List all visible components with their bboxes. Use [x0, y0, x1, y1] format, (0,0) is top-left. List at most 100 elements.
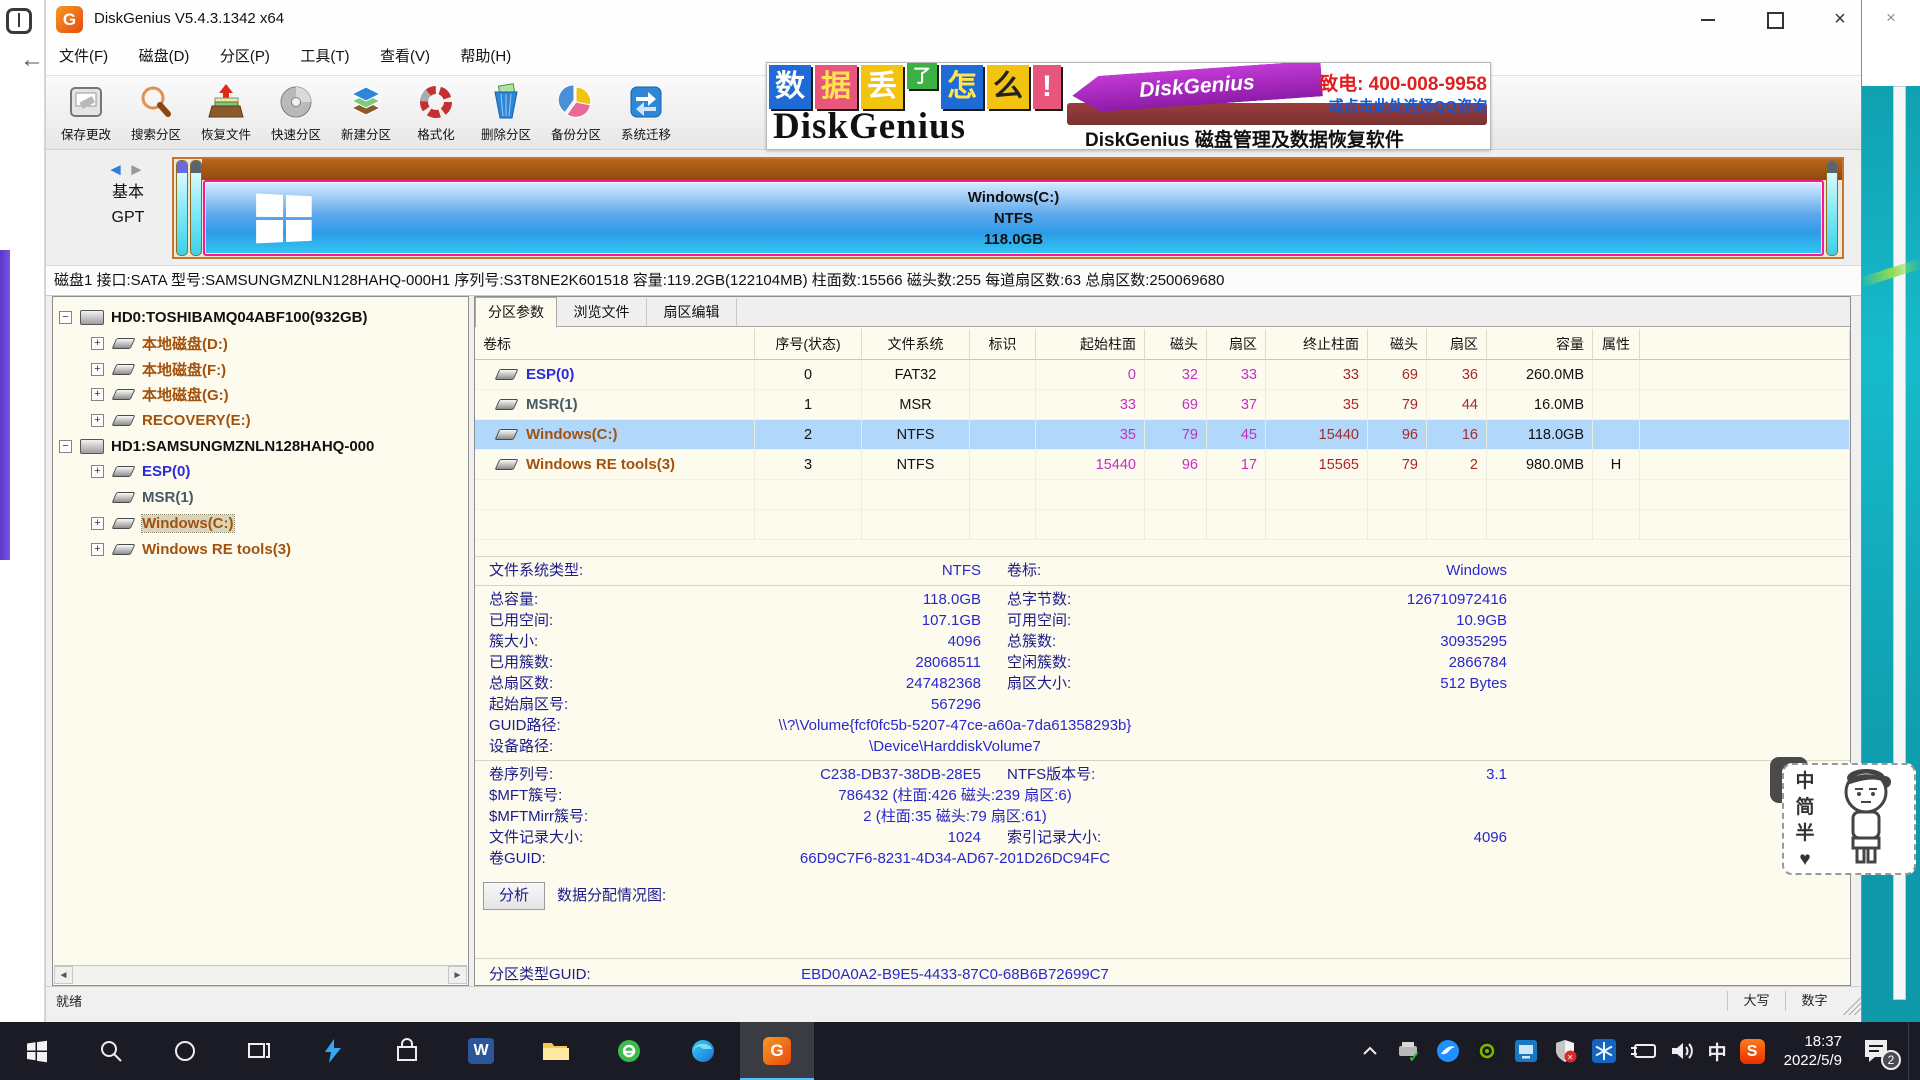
taskbar-app-store[interactable]	[370, 1022, 444, 1080]
detail-row: 设备路径:\Device\HarddiskVolume7	[475, 736, 1850, 757]
snowflake-tray-icon[interactable]	[1591, 1038, 1617, 1064]
backup-partition-button[interactable]: 备份分区	[542, 79, 610, 147]
menu-partition[interactable]: 分区(P)	[207, 38, 283, 75]
partition-icon	[495, 459, 519, 470]
quick-partition-button[interactable]: 快速分区	[262, 79, 330, 147]
taskbar: W G ✓	[0, 1022, 1920, 1080]
selected-partition-size: 118.0GB	[984, 229, 1043, 250]
partition-esp[interactable]	[176, 160, 188, 256]
system-migrate-button[interactable]: 系统迁移	[612, 79, 680, 147]
menu-disk[interactable]: 磁盘(D)	[126, 38, 203, 75]
menu-tools[interactable]: 工具(T)	[287, 38, 362, 75]
tab-partition-parameters[interactable]: 分区参数	[475, 297, 557, 327]
table-row-esp[interactable]: ESP(0)	[475, 360, 755, 390]
volume-tray-icon[interactable]	[1669, 1038, 1695, 1064]
delete-partition-button[interactable]: 删除分区	[472, 79, 540, 147]
tree-item-esp[interactable]: +ESP(0)	[53, 459, 468, 485]
scroll-right-icon[interactable]: ►	[448, 966, 467, 984]
new-partition-button[interactable]: 新建分区	[332, 79, 400, 147]
svg-text:✓: ✓	[1408, 1049, 1421, 1064]
tab-browse-files[interactable]: 浏览文件	[557, 298, 647, 326]
maximize-button[interactable]	[1758, 5, 1790, 33]
ad-banner[interactable]: 数 据 丢 了 怎 么 ! DiskGenius DiskGenius 致电: …	[766, 62, 1491, 150]
ime-language-indicator[interactable]: 中	[1708, 1038, 1727, 1065]
partition-windows-c[interactable]: Windows(C:) NTFS 118.0GB	[203, 180, 1824, 256]
close-button[interactable]: ×	[1824, 5, 1856, 33]
recover-files-icon	[206, 82, 246, 122]
tree-item-hd1[interactable]: −HD1:SAMSUNGMZNLN128HAHQ-000	[53, 433, 468, 459]
notification-count-badge: 2	[1881, 1050, 1901, 1070]
sogou-input-icon[interactable]: S	[1740, 1039, 1765, 1064]
show-desktop-button[interactable]	[1908, 1022, 1914, 1080]
partition-icon	[112, 544, 136, 555]
taskbar-clock[interactable]: 18:37 2022/5/9	[1778, 1032, 1848, 1070]
resize-grip[interactable]	[1843, 987, 1861, 1015]
security-shield-tray-icon[interactable]: ×	[1552, 1038, 1578, 1064]
format-button[interactable]: 格式化	[402, 79, 470, 147]
expand-icon[interactable]: +	[91, 337, 104, 350]
table-row-windows-re[interactable]: Windows RE tools(3)	[475, 450, 755, 480]
scroll-left-icon[interactable]: ◄	[54, 966, 73, 984]
save-changes-button[interactable]: 保存更改	[52, 79, 120, 147]
tree-item-hd0[interactable]: −HD0:TOSHIBAMQ04ABF100(932GB)	[53, 305, 468, 331]
printer-tray-icon[interactable]: ✓	[1396, 1038, 1422, 1064]
banner-tile: 怎	[941, 65, 983, 109]
tray-expand-chevron-icon[interactable]	[1357, 1038, 1383, 1064]
tree-item-windows-c[interactable]: +Windows(C:)	[53, 511, 468, 537]
expand-icon[interactable]: +	[91, 388, 104, 401]
disk-nav-arrows[interactable]: ◄►	[90, 160, 166, 180]
search-partition-button[interactable]: 搜索分区	[122, 79, 190, 147]
expand-icon[interactable]: +	[91, 543, 104, 556]
next-disk-icon[interactable]: ►	[128, 160, 149, 179]
tree-item-local-d[interactable]: +本地磁盘(D:)	[53, 331, 468, 357]
banner-phone: 致电: 400-008-9958	[1275, 69, 1487, 96]
ime-halfwidth-mode[interactable]: 半	[1784, 821, 1826, 847]
taskbar-app-thunder[interactable]	[296, 1022, 370, 1080]
partition-windows-re[interactable]	[1826, 160, 1838, 256]
tree-item-local-g[interactable]: +本地磁盘(G:)	[53, 382, 468, 408]
collapse-icon[interactable]: −	[59, 311, 72, 324]
taskbar-search-button[interactable]	[74, 1022, 148, 1080]
taskbar-app-diskgenius[interactable]: G	[740, 1022, 814, 1080]
start-button[interactable]	[0, 1022, 74, 1080]
table-row-msr[interactable]: MSR(1)	[475, 390, 755, 420]
tree-item-recovery-e[interactable]: +RECOVERY(E:)	[53, 408, 468, 434]
tree-item-windows-re[interactable]: +Windows RE tools(3)	[53, 536, 468, 562]
expand-icon[interactable]: +	[91, 465, 104, 478]
intel-graphics-tray-icon[interactable]	[1513, 1038, 1539, 1064]
prev-disk-icon[interactable]: ◄	[107, 160, 128, 179]
expand-icon[interactable]: +	[91, 414, 104, 427]
messenger-tray-icon[interactable]	[1435, 1038, 1461, 1064]
banner-qq-link[interactable]: 或点击此处选择QQ咨询	[1275, 95, 1487, 116]
menu-help[interactable]: 帮助(H)	[447, 38, 524, 75]
taskbar-app-browser360[interactable]	[592, 1022, 666, 1080]
nvidia-tray-icon[interactable]	[1474, 1038, 1500, 1064]
ime-simplified-mode[interactable]: 简	[1784, 795, 1826, 821]
tree-item-local-f[interactable]: +本地磁盘(F:)	[53, 356, 468, 382]
collapse-icon[interactable]: −	[59, 440, 72, 453]
taskbar-app-word[interactable]: W	[444, 1022, 518, 1080]
analyze-button[interactable]: 分析	[483, 882, 545, 910]
ime-favorite[interactable]: ♥	[1784, 847, 1826, 873]
menu-file[interactable]: 文件(F)	[46, 38, 121, 75]
table-row-windows-c[interactable]: Windows(C:)	[475, 420, 755, 450]
menu-view[interactable]: 查看(V)	[367, 38, 443, 75]
taskbar-app-explorer[interactable]	[518, 1022, 592, 1080]
recover-files-button[interactable]: 恢复文件	[192, 79, 260, 147]
ime-chinese-mode[interactable]: 中	[1784, 769, 1826, 795]
expand-icon[interactable]: +	[91, 517, 104, 530]
taskbar-app-edge[interactable]	[666, 1022, 740, 1080]
tab-sector-edit[interactable]: 扇区编辑	[647, 298, 737, 326]
partition-msr[interactable]	[190, 160, 202, 256]
expand-icon[interactable]: +	[91, 363, 104, 376]
tree-item-msr[interactable]: MSR(1)	[53, 485, 468, 511]
battery-tray-icon[interactable]	[1630, 1038, 1656, 1064]
action-center-button[interactable]: 2	[1861, 1036, 1895, 1066]
task-view-button[interactable]	[222, 1022, 296, 1080]
divider	[475, 760, 1850, 761]
tree-horizontal-scrollbar[interactable]: ◄ ►	[54, 965, 467, 984]
cortana-button[interactable]	[148, 1022, 222, 1080]
minimize-button[interactable]	[1692, 5, 1724, 33]
clock-time: 18:37	[1784, 1032, 1842, 1051]
ime-status-widget[interactable]: 中 简 半 ♥	[1782, 763, 1916, 875]
